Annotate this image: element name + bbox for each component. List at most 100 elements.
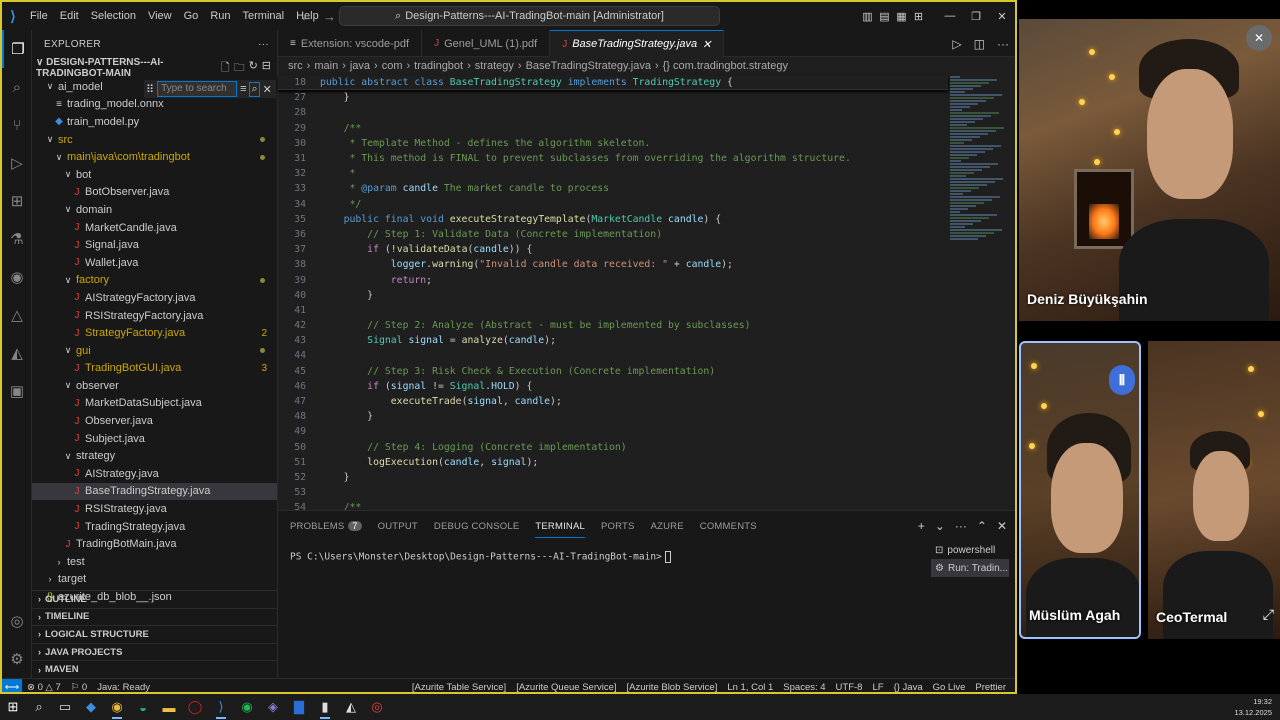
tab-genel-uml-1-pdf[interactable]: J Genel_UML (1).pdf: [422, 30, 551, 57]
task-view-icon[interactable]: ▭: [52, 694, 78, 720]
file-explorer-icon[interactable]: ▬: [156, 694, 182, 720]
panel-tab-comments[interactable]: COMMENTS: [700, 521, 757, 532]
app-icon-5[interactable]: ◎: [364, 694, 390, 720]
forward-arrow-icon[interactable]: →: [323, 9, 336, 24]
account-icon[interactable]: ◎: [2, 602, 32, 640]
minimap[interactable]: [950, 75, 1010, 265]
file-item[interactable]: J BotObserver.java: [32, 184, 277, 202]
menu-go[interactable]: Go: [178, 2, 205, 30]
status-item[interactable]: {} Java: [889, 682, 928, 692]
edge-icon[interactable]: ◒: [130, 694, 156, 720]
section-maven[interactable]: › MAVEN: [32, 660, 277, 678]
split-editor-icon[interactable]: ◫: [974, 37, 985, 51]
azure-icon[interactable]: △: [2, 296, 32, 334]
breadcrumb-item[interactable]: com: [382, 60, 403, 72]
section-timeline[interactable]: › TIMELINE: [32, 607, 277, 626]
menu-selection[interactable]: Selection: [85, 2, 142, 30]
close-tab-icon[interactable]: ✕: [702, 38, 711, 51]
workspace-root[interactable]: ∨ DESIGN-PATTERNS---AI-TRADINGBOT-MAIN 🗋…: [32, 57, 277, 79]
status-item[interactable]: ⊗ 0 △ 7: [22, 682, 66, 692]
panel-tab-terminal[interactable]: TERMINAL: [535, 515, 586, 538]
close-panel-icon[interactable]: ✕: [997, 519, 1007, 533]
docker-icon[interactable]: ▣: [2, 372, 32, 410]
status-item[interactable]: [Azurite Table Service]: [407, 682, 511, 692]
java-icon[interactable]: ◭: [2, 334, 32, 372]
app-icon-3[interactable]: ▮: [312, 694, 338, 720]
folder-item[interactable]: ∨ bot: [32, 166, 277, 184]
status-item[interactable]: Java: Ready: [92, 682, 155, 692]
toggle-panel-icon[interactable]: ▤: [876, 10, 893, 23]
source-control-icon[interactable]: ⑂: [2, 106, 32, 144]
file-item[interactable]: J AIStrategyFactory.java: [32, 289, 277, 307]
search-view-icon[interactable]: ⌕: [2, 68, 32, 106]
new-folder-icon[interactable]: 🗀: [234, 59, 245, 78]
file-item[interactable]: J TradingBotMain.java: [32, 535, 277, 553]
section-outline[interactable]: › OUTLINE: [32, 590, 277, 608]
breadcrumb-item[interactable]: java: [350, 60, 370, 72]
status-item[interactable]: UTF-8: [831, 682, 868, 692]
chrome-icon[interactable]: ◉: [104, 694, 130, 720]
panel-tab-problems[interactable]: PROBLEMS 7: [290, 520, 362, 532]
code-editor[interactable]: 18 public abstract class BaseTradingStrat…: [278, 75, 948, 515]
run-icon[interactable]: ▷: [952, 37, 961, 51]
breadcrumb-item[interactable]: strategy: [475, 60, 514, 72]
status-item[interactable]: LF: [867, 682, 888, 692]
close-window-button[interactable]: ✕: [989, 10, 1015, 23]
breadcrumb-item[interactable]: {} com.tradingbot.strategy: [663, 60, 788, 72]
status-item[interactable]: Prettier: [970, 682, 1011, 692]
file-item[interactable]: J Wallet.java: [32, 254, 277, 272]
file-item[interactable]: J RSIStrategy.java: [32, 500, 277, 518]
refresh-icon[interactable]: ↻: [249, 59, 258, 78]
new-terminal-icon[interactable]: +: [918, 519, 925, 533]
file-item[interactable]: J TradingBotGUI.java 3: [32, 360, 277, 378]
panel-tab-debug-console[interactable]: DEBUG CONSOLE: [434, 521, 519, 532]
file-item[interactable]: J Signal.java: [32, 236, 277, 254]
section-logical-structure[interactable]: › LOGICAL STRUCTURE: [32, 625, 277, 643]
folder-item[interactable]: ∨ gui: [32, 342, 277, 360]
minimize-button[interactable]: —: [937, 10, 963, 23]
more-actions-icon[interactable]: ···: [258, 39, 269, 50]
extensions-icon[interactable]: ⊞: [2, 182, 32, 220]
menu-file[interactable]: File: [24, 2, 54, 30]
tab-extension-vscode-pdf[interactable]: ≡ Extension: vscode-pdf: [278, 30, 423, 57]
search-icon[interactable]: ⌕: [26, 694, 52, 720]
menu-run[interactable]: Run: [204, 2, 236, 30]
command-center[interactable]: ⌕ Design-Patterns---AI-TradingBot-main […: [339, 6, 720, 26]
panel-tab-output[interactable]: OUTPUT: [378, 521, 418, 532]
terminal-dropdown-icon[interactable]: ⌄: [935, 519, 945, 533]
breadcrumb-item[interactable]: tradingbot: [414, 60, 463, 72]
status-item[interactable]: [Azurite Blob Service]: [622, 682, 723, 692]
menu-edit[interactable]: Edit: [54, 2, 85, 30]
folder-item[interactable]: ∨ src: [32, 131, 277, 149]
file-item[interactable]: J StrategyFactory.java 2: [32, 324, 277, 342]
status-item[interactable]: Spaces: 4: [778, 682, 830, 692]
video-tile-1[interactable]: ✕ Deniz Büyükşahin: [1019, 19, 1280, 321]
file-item[interactable]: J BaseTradingStrategy.java: [32, 482, 277, 501]
drag-handle-icon[interactable]: ⠿: [146, 83, 154, 96]
folder-item[interactable]: ∨ factory: [32, 272, 277, 290]
terminal-instance[interactable]: ⚙ Run: Tradin...: [931, 559, 1009, 577]
menu-view[interactable]: View: [142, 2, 178, 30]
toggle-sidebar-icon[interactable]: ▥: [859, 10, 876, 23]
opera-icon[interactable]: ◯: [182, 694, 208, 720]
remote-explorer-icon[interactable]: ◉: [2, 258, 32, 296]
folder-item[interactable]: ∨ main\java\com\tradingbot: [32, 148, 277, 166]
file-item[interactable]: J Observer.java: [32, 412, 277, 430]
terminal-output[interactable]: PS C:\Users\Monster\Desktop\Design-Patte…: [278, 541, 1015, 563]
video-tile-2[interactable]: ⦀ Müslüm Agah: [1019, 341, 1141, 639]
back-arrow-icon[interactable]: ←: [300, 9, 313, 24]
panel-tab-ports[interactable]: PORTS: [601, 521, 635, 532]
spotify-icon[interactable]: ◉: [234, 694, 260, 720]
remote-indicator-icon[interactable]: ⟷: [2, 678, 22, 692]
file-item[interactable]: J MarketDataSubject.java: [32, 395, 277, 413]
file-item[interactable]: ◆ train_model.py: [32, 113, 277, 131]
section-java-projects[interactable]: › JAVA PROJECTS: [32, 642, 277, 661]
file-item[interactable]: ≡ trading_model.onnx: [32, 96, 277, 114]
folder-item[interactable]: ∨ domain: [32, 201, 277, 219]
settings-gear-icon[interactable]: ⚙: [2, 640, 32, 678]
status-item[interactable]: Go Live: [928, 682, 971, 692]
status-item[interactable]: ⚐ 0: [66, 682, 92, 692]
file-item[interactable]: J TradingStrategy.java: [32, 518, 277, 536]
testing-icon[interactable]: ⚗: [2, 220, 32, 258]
fuzzy-match-icon[interactable]: ⌕: [249, 81, 260, 97]
